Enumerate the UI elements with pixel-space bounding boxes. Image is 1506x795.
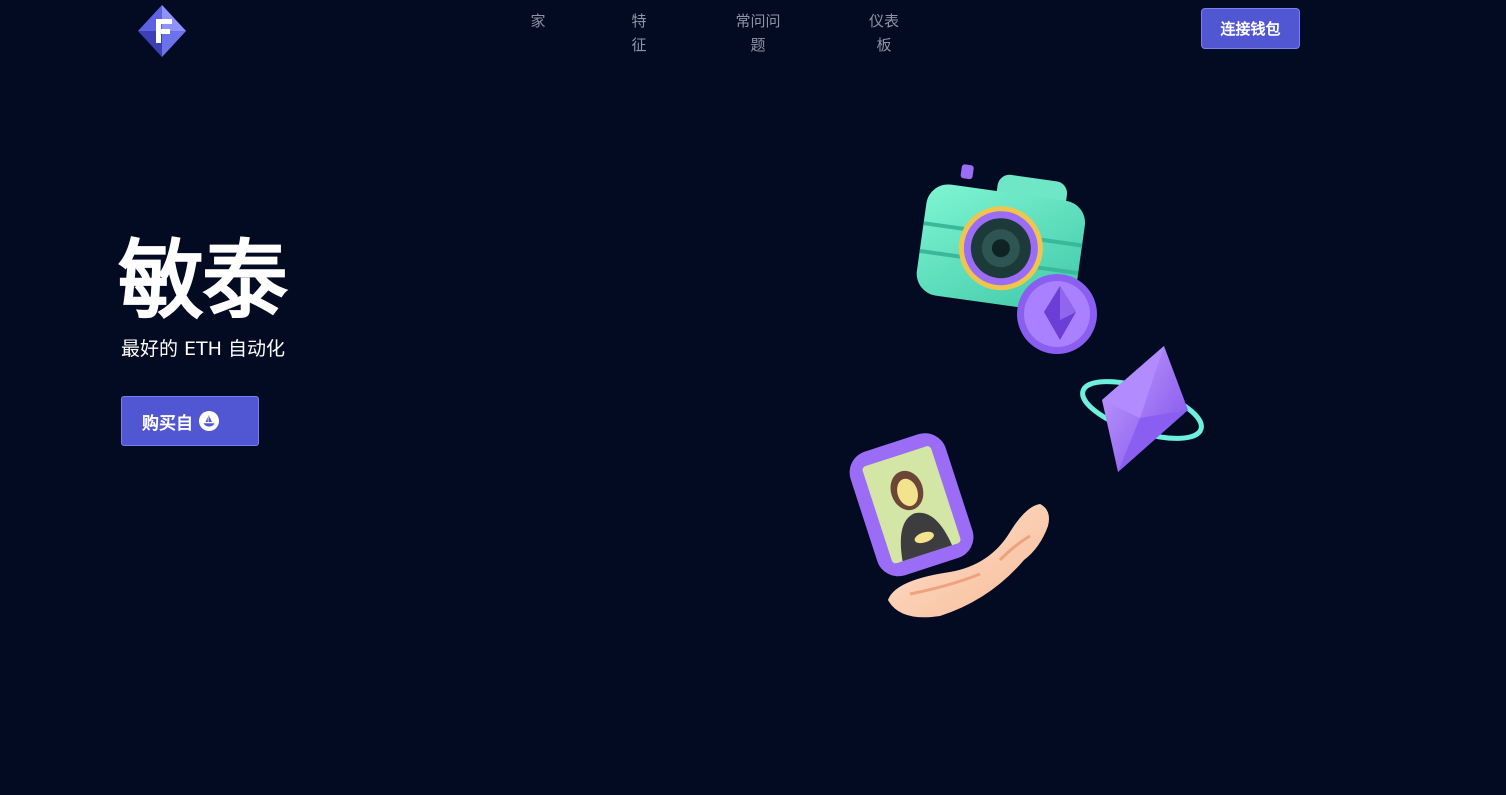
nav-faq-label-2: 题 <box>750 36 766 54</box>
buy-label: 购买自 <box>142 413 193 434</box>
hero-subtitle: 最好的 ETH 自动化 <box>121 338 285 360</box>
nav-faq[interactable]: 常问问 题 <box>728 9 788 57</box>
nav-home[interactable]: 家 <box>523 9 553 33</box>
nft-painting-icon <box>849 433 974 577</box>
connect-wallet-button[interactable]: 连接钱包 <box>1201 8 1300 49</box>
buy-on-opensea-button[interactable]: 购买自 <box>121 396 259 446</box>
nav-home-label: 家 <box>530 12 546 30</box>
hero-title: 敏泰 <box>118 231 288 331</box>
diamond-logo-icon[interactable] <box>136 3 188 59</box>
hero-illustration <box>849 164 1204 618</box>
nav-dashboard[interactable]: 仪表 板 <box>862 9 906 57</box>
nav-dashboard-label-1: 仪表 <box>868 12 899 30</box>
eth-coin-icon <box>1017 274 1097 354</box>
nav-features[interactable]: 特 征 <box>623 9 655 57</box>
nav-features-label-2: 征 <box>631 36 647 54</box>
connect-wallet-label: 连接钱包 <box>1220 20 1281 38</box>
nav-dashboard-label-2: 板 <box>876 36 892 54</box>
nav-features-label-1: 特 <box>631 12 647 30</box>
nav-faq-label-1: 常问问 <box>735 12 781 30</box>
page: 家 特 征 常问问 题 仪表 板 连接钱包 敏泰 最好的 ETH 自动化 购买自 <box>0 0 1506 795</box>
opensea-icon <box>199 411 219 431</box>
ethereum-diamond-icon <box>1080 346 1204 472</box>
